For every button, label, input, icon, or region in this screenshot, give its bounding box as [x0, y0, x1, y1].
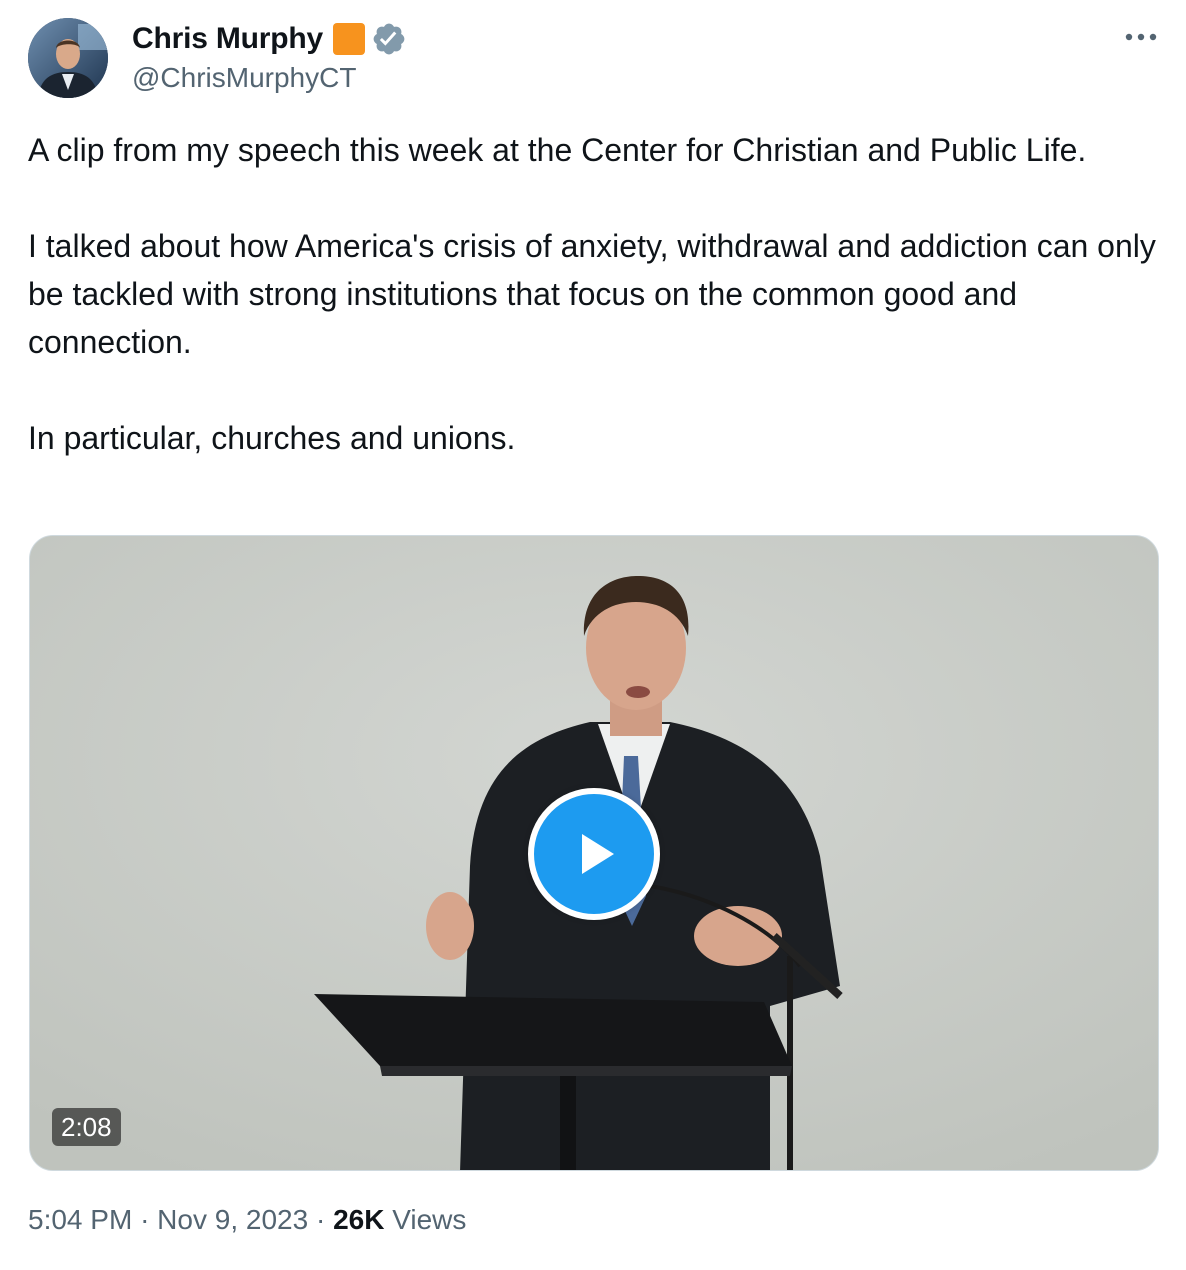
author-display-name[interactable]: Chris Murphy: [132, 22, 323, 56]
tweet: Chris Murphy @ChrisMurphyCT A clip from …: [0, 0, 1186, 1270]
author-handle[interactable]: @ChrisMurphyCT: [132, 62, 356, 94]
play-button[interactable]: [528, 788, 660, 920]
tweet-date[interactable]: Nov 9, 2023: [157, 1204, 308, 1235]
views-label: Views: [392, 1204, 467, 1235]
meta-separator: ·: [315, 1204, 326, 1235]
video-player[interactable]: 2:08: [29, 535, 1159, 1171]
tweet-paragraph: I talked about how America's crisis of a…: [28, 228, 1156, 360]
author-name-row: Chris Murphy: [132, 20, 407, 58]
tweet-meta: 5:04 PM · Nov 9, 2023 · 26K Views: [28, 1204, 466, 1236]
affiliation-badge-icon[interactable]: [331, 21, 367, 57]
tweet-time[interactable]: 5:04 PM: [28, 1204, 132, 1235]
play-icon: [582, 834, 614, 874]
tweet-paragraph: In particular, churches and unions.: [28, 420, 516, 456]
views-count: 26K: [333, 1204, 385, 1235]
video-duration: 2:08: [52, 1108, 121, 1146]
verified-badge-icon[interactable]: [371, 21, 407, 57]
tweet-text: A clip from my speech this week at the C…: [28, 126, 1158, 462]
avatar[interactable]: [28, 18, 108, 98]
more-icon[interactable]: [1124, 22, 1158, 52]
meta-separator: ·: [140, 1204, 150, 1235]
tweet-paragraph: A clip from my speech this week at the C…: [28, 132, 1087, 168]
